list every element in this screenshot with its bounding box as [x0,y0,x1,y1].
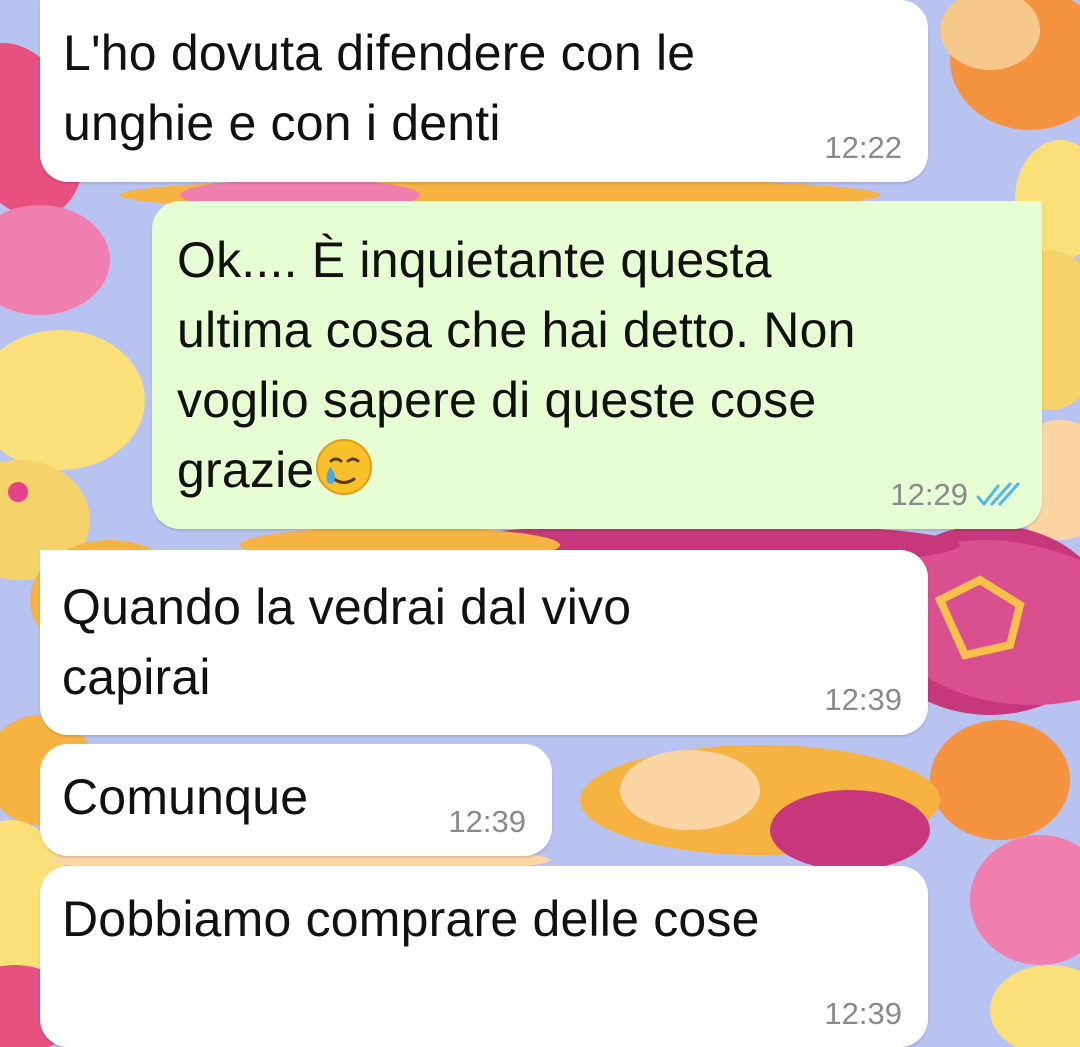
message-timestamp: 12:29 [890,477,968,512]
message-bubble[interactable]: Ok.... È inquietante questa ultima cosa … [152,201,1042,529]
message-text: Ok.... È inquietante questa ultima cosa … [177,225,856,515]
crying-smile-emoji [314,437,374,515]
message-timestamp: 12:39 [824,996,902,1031]
double-check-icon [976,482,1020,506]
message-timestamp: 12:39 [448,804,526,839]
message-bubble[interactable]: L'ho dovuta difendere con le unghie e co… [40,0,928,182]
message-bubble[interactable]: Comunque 12:39 [40,744,552,856]
message-text: Quando la vedrai dal vivo capirai [62,579,632,705]
message-text: L'ho dovuta difendere con le unghie e co… [63,25,696,151]
message-timestamp: 12:39 [824,682,902,717]
message-timestamp: 12:22 [824,130,902,165]
message-bubble[interactable]: Quando la vedrai dal vivo capirai 12:39 [40,550,928,735]
message-text: Comunque [62,769,309,825]
message-bubble[interactable]: Dobbiamo comprare delle cose 12:39 [40,866,928,1047]
message-text: Dobbiamo comprare delle cose [62,891,760,947]
